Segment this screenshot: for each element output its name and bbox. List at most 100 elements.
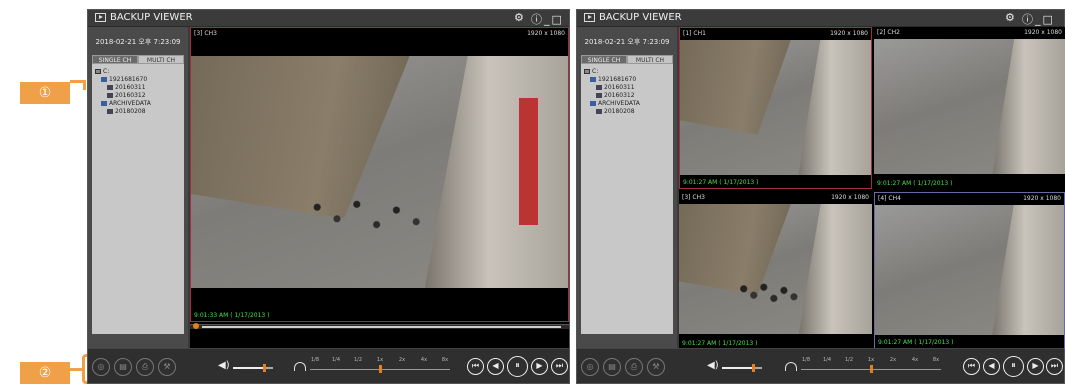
camera-view-ch1[interactable]: [1] CH1 1920 x 1080 9:01:27 AM ( 1/17/20… bbox=[679, 27, 872, 189]
snapshot-button[interactable]: ◎ bbox=[581, 358, 599, 376]
rewind-button[interactable]: ◀ bbox=[487, 358, 504, 375]
maximize-button[interactable]: □ bbox=[552, 13, 562, 26]
calendar-icon bbox=[596, 109, 602, 114]
gear-icon[interactable]: ⚙ bbox=[514, 11, 524, 24]
speed-tick: 1/4 bbox=[331, 357, 341, 363]
tab-single-ch[interactable]: SINGLE CH bbox=[92, 55, 138, 64]
info-icon[interactable]: ⓘ bbox=[531, 11, 542, 27]
tree-node-date[interactable]: 20180208 bbox=[584, 108, 670, 116]
speed-knob[interactable] bbox=[379, 365, 382, 373]
drive-icon bbox=[584, 69, 590, 74]
calendar-icon bbox=[107, 85, 113, 90]
minimize-button[interactable]: _ bbox=[544, 13, 550, 26]
tree-node-drive[interactable]: C: bbox=[95, 68, 181, 76]
network-icon bbox=[101, 77, 107, 82]
app-title: BACKUP VIEWER bbox=[599, 12, 682, 23]
volume-icon[interactable]: ◀) bbox=[218, 360, 230, 371]
drive-icon bbox=[95, 69, 101, 74]
video-frame bbox=[679, 204, 872, 334]
channel-tabs: SINGLE CH MULTI CH bbox=[581, 55, 673, 64]
tab-multi-ch[interactable]: MULTI CH bbox=[138, 55, 184, 64]
speed-tick: 1x bbox=[376, 357, 384, 363]
tree-node-date[interactable]: 20180208 bbox=[95, 108, 181, 116]
skip-forward-button[interactable]: ⏭ bbox=[1046, 358, 1063, 375]
camera-view-ch2[interactable]: [2] CH2 1920 x 1080 9:01:27 AM ( 1/17/20… bbox=[874, 27, 1065, 189]
timeline-knob[interactable] bbox=[193, 323, 199, 329]
export-button[interactable]: ▤ bbox=[114, 358, 132, 376]
speed-knob[interactable] bbox=[870, 365, 873, 373]
skip-forward-button[interactable]: ⏭ bbox=[551, 358, 568, 375]
speed-tick: 8x bbox=[932, 357, 940, 363]
titlebar: BACKUP VIEWER ⚙ ⓘ_□✕ bbox=[577, 10, 1064, 40]
video-area: [3] CH3 1920 x 1080 9:01:33 AM ( 1/17/20… bbox=[190, 27, 569, 348]
speed-slider[interactable]: 1/8 1/4 1/2 1x 2x 4x 8x bbox=[801, 357, 941, 377]
tree-node-drive[interactable]: C: bbox=[584, 68, 670, 76]
info-icon[interactable]: ⓘ bbox=[1022, 11, 1033, 27]
camera-view-ch4[interactable]: [4] CH4 1920 x 1080 9:01:27 AM ( 1/17/20… bbox=[874, 192, 1065, 349]
network-icon bbox=[590, 77, 596, 82]
speed-tick: 4x bbox=[911, 357, 919, 363]
volume-icon[interactable]: ◀) bbox=[707, 360, 719, 371]
timestamp: 9:01:27 AM ( 1/17/2013 ) bbox=[877, 180, 953, 187]
skip-back-button[interactable]: ⏮ bbox=[963, 358, 980, 375]
speed-tick: 1/2 bbox=[353, 357, 363, 363]
control-bar: ◎ ▤ ⎙ ⚒ ◀) 1/8 1/4 1/2 1x 2x 4x 8x ⏮ ◀ ⏸… bbox=[577, 348, 1064, 383]
callout-1: ① bbox=[20, 82, 70, 104]
callout-2: ② bbox=[20, 362, 70, 384]
volume-knob[interactable] bbox=[752, 364, 755, 372]
tree-node-date[interactable]: 20160311 bbox=[584, 84, 670, 92]
speed-tick: 2x bbox=[398, 357, 406, 363]
speed-tick: 1/8 bbox=[310, 357, 320, 363]
export-button[interactable]: ▤ bbox=[603, 358, 621, 376]
datetime-label: 2018-02-21 오후 7:23:09 bbox=[584, 38, 670, 46]
channel-label: [4] CH4 bbox=[878, 195, 901, 202]
volume-knob[interactable] bbox=[263, 364, 266, 372]
app-icon bbox=[95, 13, 106, 22]
video-frame bbox=[875, 205, 1064, 335]
maximize-button[interactable]: □ bbox=[1043, 13, 1053, 26]
callout-1-stem bbox=[83, 80, 86, 90]
minimize-button[interactable]: _ bbox=[1035, 13, 1041, 26]
tree-node-folder[interactable]: ARCHIVEDATA bbox=[584, 100, 670, 108]
speed-slider[interactable]: 1/8 1/4 1/2 1x 2x 4x 8x bbox=[310, 357, 450, 377]
play-button[interactable]: ▶ bbox=[531, 358, 548, 375]
tab-multi-ch[interactable]: MULTI CH bbox=[627, 55, 673, 64]
camera-view-ch3[interactable]: [3] CH3 1920 x 1080 9:01:27 AM ( 1/17/20… bbox=[679, 192, 872, 349]
tree-node-folder[interactable]: 1921681670 bbox=[95, 76, 181, 84]
channel-label: [2] CH2 bbox=[877, 29, 900, 36]
calendar-icon bbox=[107, 109, 113, 114]
video-frame bbox=[191, 56, 568, 288]
settings-button[interactable]: ⚒ bbox=[647, 358, 665, 376]
timestamp: 9:01:27 AM ( 1/17/2013 ) bbox=[878, 339, 954, 346]
speed-icon bbox=[785, 362, 797, 371]
volume-slider[interactable] bbox=[233, 364, 273, 372]
print-button[interactable]: ⎙ bbox=[136, 358, 154, 376]
pause-button[interactable]: ⏸ bbox=[1003, 356, 1024, 377]
file-tree: C: 1921681670 20160311 20160312 ARCHIVED… bbox=[92, 64, 184, 334]
speed-icon bbox=[294, 362, 306, 371]
tab-single-ch[interactable]: SINGLE CH bbox=[581, 55, 627, 64]
tree-node-date[interactable]: 20160311 bbox=[95, 84, 181, 92]
gear-icon[interactable]: ⚙ bbox=[1005, 11, 1015, 24]
print-button[interactable]: ⎙ bbox=[625, 358, 643, 376]
network-icon bbox=[590, 101, 596, 106]
timeline-track bbox=[202, 326, 561, 328]
skip-back-button[interactable]: ⏮ bbox=[467, 358, 484, 375]
channel-label: [3] CH3 bbox=[682, 194, 705, 201]
snapshot-button[interactable]: ◎ bbox=[92, 358, 110, 376]
rewind-button[interactable]: ◀ bbox=[983, 358, 1000, 375]
app-icon bbox=[584, 13, 595, 22]
tree-node-folder[interactable]: 1921681670 bbox=[584, 76, 670, 84]
speed-tick: 1/4 bbox=[822, 357, 832, 363]
tree-node-date[interactable]: 20160312 bbox=[95, 92, 181, 100]
timeline-scrubber[interactable] bbox=[190, 323, 569, 329]
settings-button[interactable]: ⚒ bbox=[158, 358, 176, 376]
resolution-label: 1920 x 1080 bbox=[831, 194, 869, 201]
pause-button[interactable]: ⏸ bbox=[507, 356, 528, 377]
play-button[interactable]: ▶ bbox=[1027, 358, 1044, 375]
camera-view-ch3[interactable]: [3] CH3 1920 x 1080 9:01:33 AM ( 1/17/20… bbox=[190, 27, 569, 322]
network-icon bbox=[101, 101, 107, 106]
volume-slider[interactable] bbox=[722, 364, 762, 372]
tree-node-date[interactable]: 20160312 bbox=[584, 92, 670, 100]
tree-node-folder[interactable]: ARCHIVEDATA bbox=[95, 100, 181, 108]
